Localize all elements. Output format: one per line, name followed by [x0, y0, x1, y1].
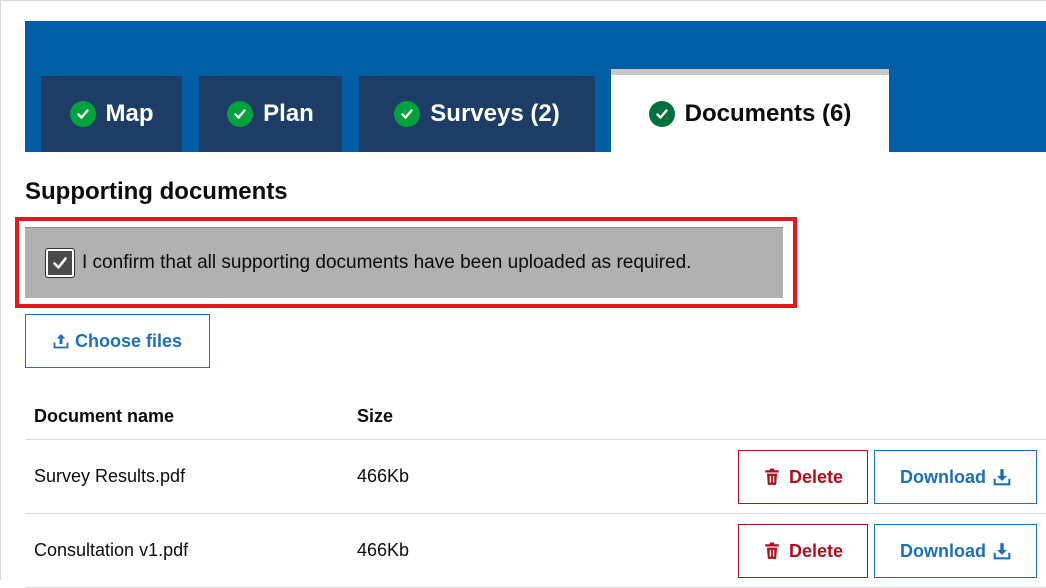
- download-button[interactable]: Download: [874, 524, 1037, 578]
- tab-surveys[interactable]: Surveys (2): [359, 76, 595, 152]
- check-circle-icon: [648, 100, 675, 127]
- document-size: 466Kb: [357, 540, 410, 560]
- tab-plan[interactable]: Plan: [199, 76, 342, 152]
- delete-button[interactable]: Delete: [738, 524, 868, 578]
- download-label: Download: [900, 466, 986, 487]
- download-label: Download: [900, 540, 986, 561]
- section-title: Supporting documents: [25, 178, 288, 205]
- checkmark-icon: [53, 257, 67, 269]
- download-button[interactable]: Download: [874, 450, 1037, 504]
- confirm-label[interactable]: I confirm that all supporting documents …: [82, 252, 691, 274]
- document-name: Survey Results.pdf: [34, 466, 186, 486]
- trash-icon: [765, 468, 779, 485]
- check-circle-icon: [69, 101, 96, 127]
- table-row: Survey Results.pdf 466Kb Delete Download: [25, 440, 1046, 514]
- page-frame: Map Plan Surveys (2) Documents (6) Suppo…: [0, 0, 1046, 588]
- download-icon: [993, 543, 1011, 560]
- download-icon: [993, 469, 1011, 486]
- column-header-size: Size: [357, 406, 394, 426]
- check-circle-icon: [394, 101, 421, 127]
- tab-label: Documents (6): [684, 99, 852, 127]
- tab-map[interactable]: Map: [41, 76, 182, 152]
- delete-label: Delete: [788, 466, 844, 487]
- delete-button[interactable]: Delete: [738, 450, 868, 504]
- column-header-name: Document name: [34, 406, 175, 426]
- tab-label: Plan: [263, 100, 314, 127]
- document-name: Consultation v1.pdf: [34, 540, 189, 560]
- check-circle-icon: [227, 101, 254, 127]
- confirm-panel: I confirm that all supporting documents …: [25, 227, 783, 298]
- trash-icon: [765, 542, 779, 559]
- table-header: Document name Size: [25, 396, 1046, 440]
- tab-label: Map: [105, 100, 154, 127]
- confirm-checkbox[interactable]: [45, 248, 75, 278]
- choose-files-button[interactable]: Choose files: [25, 314, 210, 368]
- tab-label: Surveys (2): [430, 100, 560, 127]
- document-size: 466Kb: [357, 466, 410, 486]
- upload-icon: [53, 334, 69, 349]
- table-row: Consultation v1.pdf 466Kb Delete Downloa…: [25, 514, 1046, 588]
- choose-files-label: Choose files: [74, 330, 183, 351]
- tab-documents[interactable]: Documents (6): [611, 69, 889, 152]
- delete-label: Delete: [788, 540, 844, 561]
